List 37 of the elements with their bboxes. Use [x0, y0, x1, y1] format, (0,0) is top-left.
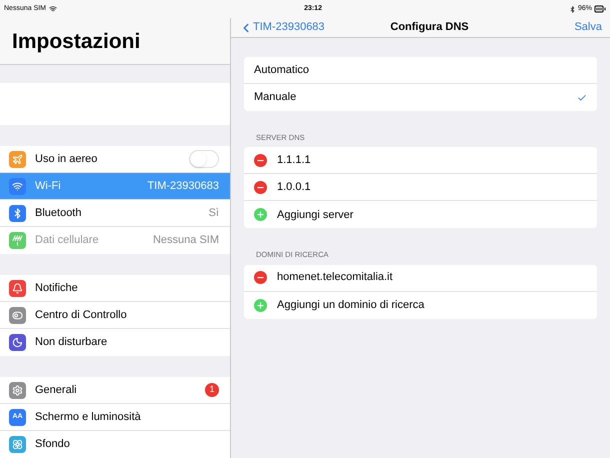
checkmark-icon [577, 92, 587, 102]
item-label: Schermo e luminosità [35, 410, 141, 425]
notification-badge: 1 [205, 383, 219, 398]
remove-icon[interactable] [254, 154, 267, 167]
sidebar-title: Impostazioni [12, 29, 140, 56]
item-value: Nessuna SIM [152, 233, 219, 248]
item-label: Generali [35, 382, 77, 398]
remove-icon[interactable] [254, 180, 267, 194]
item-label: Centro di Controllo [35, 308, 127, 323]
dns-entry[interactable]: Aggiungi un dominio di ricerca [244, 292, 597, 318]
item-value: Sì [208, 206, 219, 221]
remove-icon[interactable] [254, 271, 267, 284]
settings-item[interactable]: Uso in aereo [0, 146, 230, 174]
save-button[interactable]: Salva [574, 19, 602, 36]
dns-entry[interactable]: homenet.telecomitalia.it [244, 264, 597, 292]
back-button[interactable]: TIM-23930683 [239, 19, 325, 36]
item-label: Uso in aereo [35, 152, 98, 167]
item-value: TIM-23930683 [147, 178, 219, 194]
item-label: Notifiche [35, 280, 78, 296]
item-label: Bluetooth [35, 206, 82, 221]
mode-option[interactable]: Automatico [244, 57, 597, 84]
wifi-icon [49, 5, 58, 13]
bluetooth-icon [569, 6, 576, 12]
battery-icon [594, 3, 606, 15]
settings-item[interactable]: Notifiche [0, 275, 230, 302]
item-label: Non disturbare [35, 335, 108, 350]
settings-item[interactable]: Generali 1 [0, 377, 230, 404]
settings-item[interactable]: Non disturbare [0, 329, 230, 356]
settings-item[interactable]: Bluetooth Sì [0, 200, 230, 228]
item-label: Sfondo [35, 437, 70, 452]
page-title: Configura DNS [390, 20, 469, 36]
dns-entry[interactable]: 1.1.1.1 [244, 147, 597, 174]
settings-item[interactable]: Sfondo [0, 431, 230, 458]
toggle-switch[interactable] [189, 150, 219, 168]
item-label: Dati cellulare [35, 233, 99, 248]
item-label: Wi-Fi [35, 178, 61, 194]
settings-item[interactable]: Centro di Controllo [0, 302, 230, 330]
